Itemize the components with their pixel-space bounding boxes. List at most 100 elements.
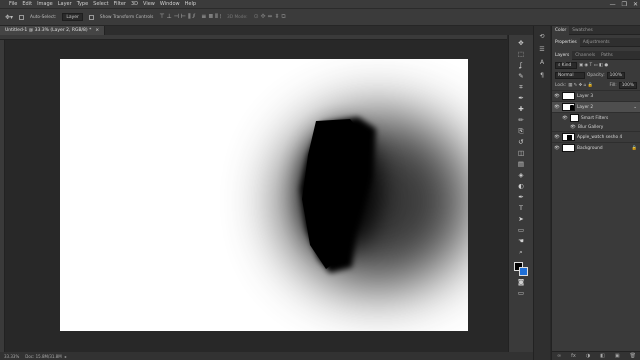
align-icons[interactable]: ⊤ ⊥ ⊣ ⊢ ⫼ ⫽ — [159, 13, 195, 21]
screen-mode-icon[interactable]: ▭ — [517, 289, 526, 298]
menu-3d[interactable]: 3D — [131, 1, 138, 7]
layer-row-smart-filters[interactable]: 👁 Smart Filters — [552, 112, 640, 123]
auto-select-dropdown[interactable]: Layer — [62, 13, 83, 21]
document-canvas[interactable] — [60, 59, 468, 331]
tab-channels[interactable]: Channels — [572, 51, 598, 60]
healing-icon[interactable]: ✚ — [517, 105, 526, 114]
layer-name[interactable]: Blur Gallery — [578, 125, 603, 130]
gradient-icon[interactable]: ▤ — [517, 160, 526, 169]
3d-mode-icons[interactable]: ⊙ ✥ ⬌ ⬍ ⧉ — [254, 13, 286, 21]
eye-icon[interactable]: 👁 — [554, 94, 560, 99]
hand-icon[interactable]: ☚ — [517, 237, 526, 246]
close-tab-icon[interactable]: × — [95, 28, 99, 33]
pen-icon[interactable]: ✒ — [517, 193, 526, 202]
status-arrow-icon[interactable]: ▸ — [65, 354, 67, 359]
eraser-icon[interactable]: ◫ — [517, 149, 526, 158]
opacity-input[interactable]: 100% — [606, 71, 625, 79]
blend-mode-dropdown[interactable]: Normal — [555, 71, 585, 79]
dodge-icon[interactable]: ◐ — [517, 182, 526, 191]
layer-filter-row: ⌕ Kind ▣ ◉ T ▭ ◧ ● — [552, 60, 640, 70]
marquee-icon[interactable]: ⬚ — [517, 50, 526, 59]
layer-name[interactable]: Layer 2 — [577, 105, 593, 110]
color-panel-tabs: Color Swatches — [552, 25, 640, 35]
paragraph-icon[interactable]: ¶ — [538, 71, 547, 80]
menu-help[interactable]: Help — [185, 1, 196, 7]
history-icon[interactable]: ⟲ — [538, 32, 547, 41]
layer-mask-icon[interactable]: ◧ — [600, 353, 605, 359]
tab-paths[interactable]: Paths — [598, 51, 616, 60]
lasso-icon[interactable]: ʆ — [517, 61, 526, 70]
layer-style-icon[interactable]: fx — [571, 353, 576, 359]
tab-layers[interactable]: Layers — [552, 50, 573, 60]
quick-select-icon[interactable]: ✎ — [517, 72, 526, 81]
menu-filter[interactable]: Filter — [114, 1, 126, 7]
character-icon[interactable]: A — [538, 58, 547, 67]
layer-name[interactable]: Smart Filters — [581, 116, 608, 121]
menu-edit[interactable]: Edit — [22, 1, 32, 7]
layer-row-blur-gallery[interactable]: 👁 Blur Gallery — [552, 123, 640, 131]
trash-icon[interactable]: 🗑 — [630, 353, 636, 359]
zoom-level[interactable]: 33.33% — [4, 354, 19, 359]
blur-icon[interactable]: ◈ — [517, 171, 526, 180]
menu-type[interactable]: Type — [77, 1, 88, 7]
properties-panel-tabs: Properties Adjustments — [552, 37, 640, 47]
close-button[interactable]: ✕ — [633, 1, 638, 8]
tab-color[interactable]: Color — [552, 25, 570, 35]
tab-swatches[interactable]: Swatches — [569, 26, 596, 35]
filter-icons[interactable]: ▣ ◉ T ▭ ◧ ● — [579, 63, 608, 68]
right-panels: Color Swatches Properties Adjustments La… — [551, 25, 640, 360]
layer-row-layer-3[interactable]: 👁 Layer 3 — [552, 90, 640, 101]
layer-name[interactable]: Layer 3 — [577, 94, 593, 99]
lock-icons[interactable]: ▦ ✎ ✥ ⌂ 🔒 — [568, 83, 593, 88]
adjustment-layer-icon[interactable]: ◑ — [586, 353, 590, 359]
quick-mask-icon[interactable]: ◙ — [517, 278, 526, 287]
type-icon[interactable]: T — [517, 204, 526, 213]
move-icon[interactable]: ✥ — [517, 39, 526, 48]
layer-name[interactable]: Apple_watch sesho 4 — [577, 135, 622, 140]
eye-icon[interactable]: 👁 — [554, 105, 560, 110]
fill-input[interactable]: 100% — [618, 81, 637, 89]
menu-select[interactable]: Select — [93, 1, 108, 7]
eyedropper-icon[interactable]: ✒ — [517, 94, 526, 103]
auto-select-checkbox[interactable] — [19, 14, 25, 20]
menu-file[interactable]: File — [9, 1, 17, 7]
menu-window[interactable]: Window — [160, 1, 180, 7]
eye-icon[interactable]: 👁 — [554, 135, 560, 140]
crop-icon[interactable]: ⌗ — [517, 83, 526, 92]
3d-mode-label: 3D Mode: — [227, 14, 248, 20]
new-layer-icon[interactable]: ▣ — [615, 353, 620, 359]
path-select-icon[interactable]: ➤ — [517, 215, 526, 224]
eye-icon[interactable]: 👁 — [562, 116, 568, 121]
filter-kind-dropdown[interactable]: ⌕ Kind — [555, 61, 577, 69]
brush-icon[interactable]: ✏ — [517, 116, 526, 125]
menu-image[interactable]: Image — [37, 1, 53, 7]
background-color[interactable] — [519, 267, 528, 276]
properties-icon[interactable]: ☰ — [538, 45, 547, 54]
menu-layer[interactable]: Layer — [58, 1, 72, 7]
history-brush-icon[interactable]: ↺ — [517, 138, 526, 147]
document-tab[interactable]: Untitled-1 @ 33.3% (Layer 2, RGB/8) * × — [0, 26, 106, 35]
layer-row-apple-watch[interactable]: 👁 Apple_watch sesho 4 — [552, 131, 640, 142]
zoom-icon[interactable]: ⌕ — [517, 248, 526, 257]
tab-adjustments[interactable]: Adjustments — [580, 38, 613, 47]
shape-icon[interactable]: ▭ — [517, 226, 526, 235]
layers-panel-tabs: Layers Channels Paths — [552, 50, 640, 60]
layer-row-layer-2[interactable]: 👁 Layer 2 ⌄ — [552, 101, 640, 112]
eye-icon[interactable]: 👁 — [570, 125, 576, 130]
eye-icon[interactable]: 👁 — [554, 146, 560, 151]
stamp-icon[interactable]: ⎘ — [517, 127, 526, 136]
layers-panel-footer: ∞ fx ◑ ◧ ▣ 🗑 — [552, 351, 640, 360]
auto-select-label: Auto-Select: — [30, 14, 57, 20]
color-swatches[interactable] — [514, 262, 528, 276]
layer-name[interactable]: Background — [577, 146, 603, 151]
maximize-button[interactable]: ❐ — [622, 1, 627, 8]
minimize-button[interactable]: — — [610, 1, 616, 8]
link-layers-icon[interactable]: ∞ — [557, 353, 561, 359]
show-transform-checkbox[interactable] — [88, 14, 94, 20]
menu-view[interactable]: View — [143, 1, 155, 7]
tab-properties[interactable]: Properties — [552, 37, 580, 47]
distribute-icons[interactable]: ≡ ≣ ⦀ ⦙ — [201, 13, 221, 21]
move-tool-preset-icon[interactable]: ✥▾ — [5, 14, 13, 21]
layer-row-background[interactable]: 👁 Background 🔒 — [552, 142, 640, 153]
layer-thumbnail — [562, 133, 575, 141]
